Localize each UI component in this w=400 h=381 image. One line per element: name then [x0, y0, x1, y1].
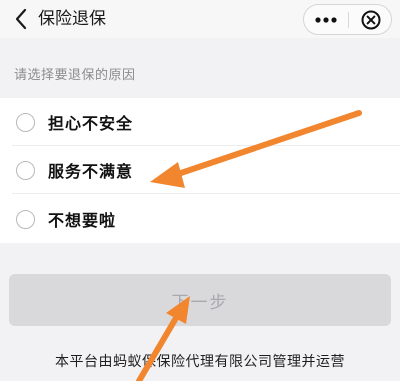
more-dots-icon [315, 16, 337, 23]
mini-program-capsule [303, 4, 392, 35]
divider [12, 193, 400, 194]
reason-option-unsatisfied[interactable]: 服务不满意 [0, 146, 400, 194]
close-button[interactable] [349, 5, 392, 34]
more-button[interactable] [304, 5, 348, 34]
reason-option-label: 不想要啦 [48, 211, 117, 230]
reason-option-label: 担心不安全 [48, 114, 134, 133]
chevron-left-icon [15, 8, 27, 30]
reason-options-list: 担心不安全 服务不满意 不想要啦 [0, 98, 400, 243]
close-circle-icon [361, 10, 380, 29]
radio-unchecked-icon[interactable] [16, 209, 35, 229]
reason-option-not-wanted[interactable]: 不想要啦 [0, 195, 400, 243]
footer-operator-text: 本平台由蚂蚁保保险代理有限公司管理并运营 [55, 354, 345, 370]
radio-unchecked-icon[interactable] [16, 112, 35, 132]
reason-section-label: 请选择要退保的原因 [14, 68, 136, 83]
nav-bar: 保险退保 [0, 0, 400, 38]
next-step-button[interactable]: 下一步 [9, 274, 391, 326]
page-title: 保险退保 [38, 9, 106, 29]
reason-option-unsafe[interactable]: 担心不安全 [0, 98, 400, 146]
radio-unchecked-icon[interactable] [16, 160, 35, 180]
back-button[interactable] [8, 4, 34, 34]
reason-option-label: 服务不满意 [48, 162, 134, 181]
